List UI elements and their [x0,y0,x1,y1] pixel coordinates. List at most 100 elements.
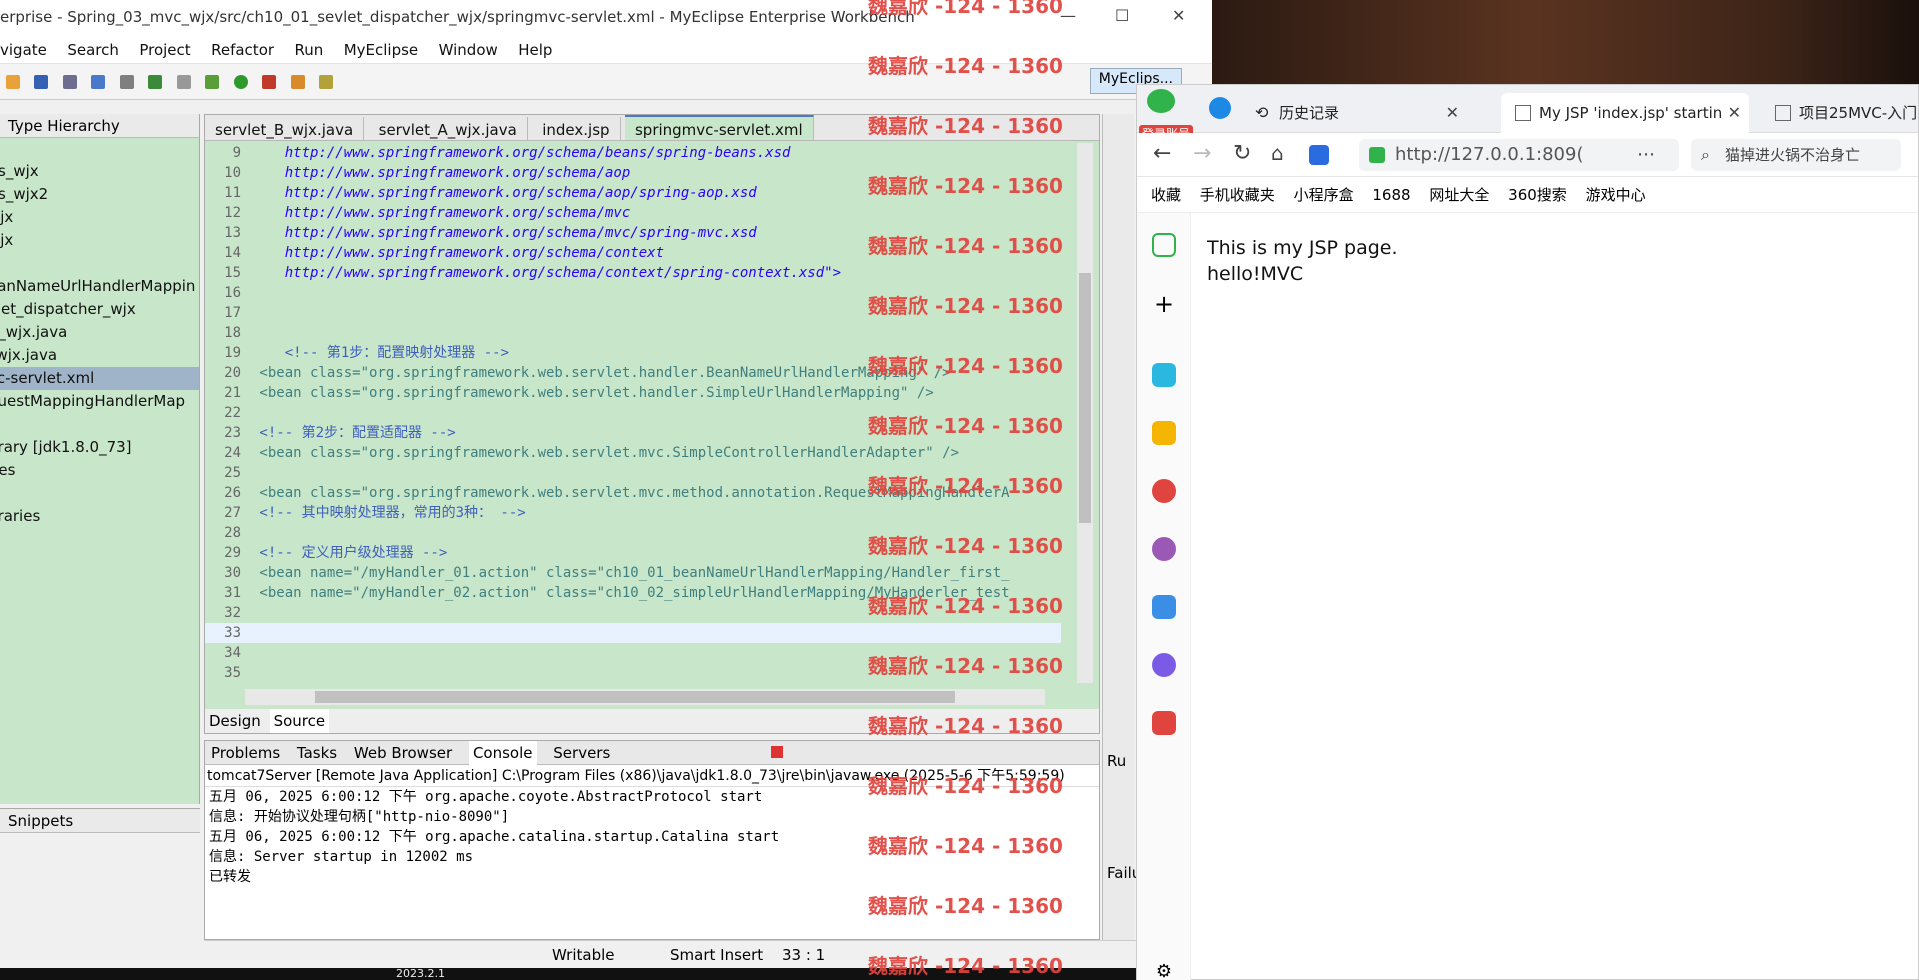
home-icon[interactable] [1152,233,1176,257]
tree-item[interactable] [0,252,199,275]
external-tools-icon[interactable] [262,75,277,89]
reload-icon[interactable]: ↻ [1233,141,1251,166]
tab-tasks[interactable]: Tasks [297,741,337,765]
ai-icon[interactable] [1309,145,1329,165]
code-line[interactable]: 12 http://www.springframework.org/schema… [205,203,1061,223]
tab-problems[interactable]: Problems [211,741,280,765]
type-hierarchy-tab[interactable]: Type Hierarchy [0,114,199,138]
menu-help[interactable]: Help [518,36,552,64]
tab-history[interactable]: ⟲ 历史记录 ✕ [1241,93,1467,133]
tree-item[interactable]: tis_wjx2 [0,183,199,206]
browser-logo-icon[interactable] [1147,89,1175,113]
tree-item[interactable]: braries [0,505,199,528]
snippets-view: Snippets [0,808,200,968]
tree-item[interactable]: wjx [0,206,199,229]
network-icon[interactable] [1152,479,1176,503]
menu-refactor[interactable]: Refactor [211,36,274,64]
bookmark-360-search[interactable]: 360搜索 [1508,177,1567,213]
code-line[interactable]: 30 <bean name="/myHandler_01.action" cla… [205,563,1061,583]
menu-run[interactable]: Run [295,36,324,64]
server-icon[interactable] [119,75,134,89]
print-icon[interactable] [62,75,77,89]
task-icon[interactable] [290,75,305,89]
tab-springmvc-servlet-xml[interactable]: springmvc-servlet.xml [624,115,814,140]
bookmark-nav[interactable]: 网址大全 [1429,177,1489,213]
new-icon[interactable] [6,75,20,89]
game-icon[interactable] [1152,711,1176,735]
snippets-tab[interactable]: Snippets [0,809,200,833]
tree-item[interactable]: wjx [0,229,199,252]
star-icon[interactable] [1152,421,1176,445]
ai-icon[interactable] [1152,595,1176,619]
page-text-line: This is my JSP page. [1207,237,1398,259]
open-type-icon[interactable] [34,75,49,89]
code-line[interactable]: 27 <!-- 其中映射处理器，常用的3种： --> [205,503,1061,523]
back-icon[interactable]: ← [1153,141,1171,166]
home-icon[interactable]: ⌂ [1271,141,1284,165]
editor-vertical-scrollbar[interactable] [1077,143,1093,683]
tree-item[interactable]: _wjx.java [0,344,199,367]
code-line[interactable]: 24 <bean class="org.springframework.web.… [205,443,1061,463]
line-number: 23 [224,425,241,441]
ai-assistant-icon[interactable] [1152,537,1176,561]
more-icon[interactable]: ⋯ [1637,144,1655,165]
settings-icon[interactable]: ⚙ [1152,961,1176,980]
tree-item[interactable] [0,413,199,436]
tab-project[interactable]: 项目25MVC-入门 [1761,93,1919,133]
bookmark-favorites[interactable]: 收藏 [1151,177,1181,213]
address-bar[interactable]: http://127.0.0.1:809( [1359,139,1679,171]
menu-window[interactable]: Window [439,36,498,64]
code-line[interactable]: 33 [205,623,1061,643]
bookmark-mobile[interactable]: 手机收藏夹 [1200,177,1275,213]
menu-myeclipse[interactable]: MyEclipse [344,36,418,64]
close-icon[interactable]: ✕ [1172,6,1185,25]
code-line[interactable]: 9 http://www.springframework.org/schema/… [205,143,1061,163]
close-tab-icon[interactable]: ✕ [1446,93,1459,133]
terminate-icon[interactable] [771,746,784,758]
tab-web-browser[interactable]: Web Browser [354,741,452,765]
tab-source[interactable]: Source [269,709,330,733]
tree-item[interactable]: A_wjx.java [0,321,199,344]
run-icon[interactable] [233,75,248,89]
tree-item[interactable]: ries [0,459,199,482]
deploy-icon[interactable] [148,75,163,89]
code-line[interactable]: 18 [205,323,1061,343]
bookmark-1688[interactable]: 1688 [1372,177,1410,213]
tree-item[interactable]: tis_wjx [0,160,199,183]
tree-item[interactable] [0,482,199,505]
tree-item-selected[interactable]: vc-servlet.xml [0,367,199,390]
code-line[interactable]: 15 http://www.springframework.org/schema… [205,263,1061,283]
bookmark-miniprogram[interactable]: 小程序盒 [1294,177,1354,213]
debug-icon[interactable] [205,75,220,89]
search-box[interactable]: ⌕ 猫掉进火锅不治身亡 [1691,139,1901,171]
scroll-thumb[interactable] [315,691,955,703]
tree-item[interactable]: questMappingHandlerMap [0,390,199,413]
tab-servlet-a[interactable]: servlet_A_wjx.java [369,117,528,140]
code-line[interactable]: 21 <bean class="org.springframework.web.… [205,383,1061,403]
tab-my-jsp[interactable]: My JSP 'index.jsp' startin ✕ [1501,93,1749,133]
tab-servers[interactable]: Servers [553,741,610,765]
menu-navigate[interactable]: vigate [0,36,47,64]
search-icon[interactable] [176,75,191,89]
forward-icon[interactable]: → [1193,141,1211,166]
menu-project[interactable]: Project [139,36,190,64]
send-icon[interactable] [1209,97,1231,119]
tree-item[interactable]: vlet_dispatcher_wjx [0,298,199,321]
scroll-thumb[interactable] [1079,273,1091,523]
tree-item-jre[interactable]: brary [jdk1.8.0_73] [0,436,199,459]
app-icon[interactable] [1152,363,1176,387]
bookmark-games[interactable]: 游戏中心 [1586,177,1646,213]
tab-design[interactable]: Design [205,709,265,733]
maximize-icon[interactable]: ☐ [1115,6,1129,25]
tab-servlet-b[interactable]: servlet_B_wjx.java [205,117,365,140]
menu-search[interactable]: Search [67,36,119,64]
tree-item[interactable]: eanNameUrlHandlerMappin [0,275,199,298]
tab-console[interactable]: Console [468,741,537,765]
add-icon[interactable]: + [1152,292,1176,317]
bot-icon[interactable] [1152,653,1176,677]
editor-horizontal-scrollbar[interactable] [245,689,1045,705]
close-tab-icon[interactable]: ✕ [1728,93,1741,133]
run-config-icon[interactable] [91,75,106,89]
annotation-icon[interactable] [318,75,333,89]
tab-index-jsp[interactable]: index.jsp [532,117,621,140]
